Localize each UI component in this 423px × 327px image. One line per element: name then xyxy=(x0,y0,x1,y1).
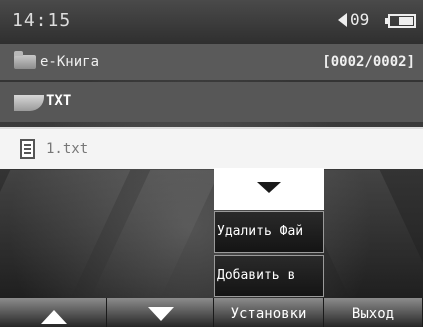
battery-icon xyxy=(385,14,416,28)
menu-item-add-to[interactable]: Добавить в xyxy=(214,255,324,297)
exit-button[interactable]: Выход xyxy=(324,298,423,327)
volume-indicator: 09 xyxy=(338,10,369,29)
chevron-down-icon xyxy=(257,182,281,193)
current-folder-label: e-Книга xyxy=(40,54,100,70)
exit-label: Выход xyxy=(351,306,395,322)
popup-scroll-indicator[interactable] xyxy=(214,168,324,210)
settings-label: Установки xyxy=(230,306,307,322)
device-screen: 14:15 09 e-Книга [0002/0002] TXT 1.txt У… xyxy=(0,0,423,327)
list-item-label: 1.txt xyxy=(46,141,89,157)
speaker-icon xyxy=(338,13,347,27)
list-item-1-txt[interactable]: 1.txt xyxy=(0,127,423,169)
arrow-down-icon xyxy=(148,307,174,321)
menu-item-delete-file[interactable]: Удалить Фай xyxy=(214,211,324,253)
status-bar: 14:15 09 xyxy=(0,0,423,44)
folder-icon xyxy=(14,51,36,69)
settings-button[interactable]: Установки xyxy=(214,298,324,327)
list-item-label: TXT xyxy=(46,93,72,109)
list-item-txt-folder[interactable]: TXT xyxy=(0,82,423,122)
current-path-bar: e-Книга [0002/0002] xyxy=(0,44,423,80)
up-button[interactable] xyxy=(0,298,107,327)
down-button[interactable] xyxy=(107,298,214,327)
clock: 14:15 xyxy=(12,10,72,31)
item-counter: [0002/0002] xyxy=(322,54,415,70)
softkey-bar: Установки Выход xyxy=(0,298,423,327)
text-file-icon xyxy=(20,139,35,159)
options-popup-menu: Удалить Фай Добавить в xyxy=(214,168,324,298)
arrow-up-icon xyxy=(41,310,67,324)
folder-icon xyxy=(14,95,44,111)
volume-level: 09 xyxy=(350,10,370,29)
